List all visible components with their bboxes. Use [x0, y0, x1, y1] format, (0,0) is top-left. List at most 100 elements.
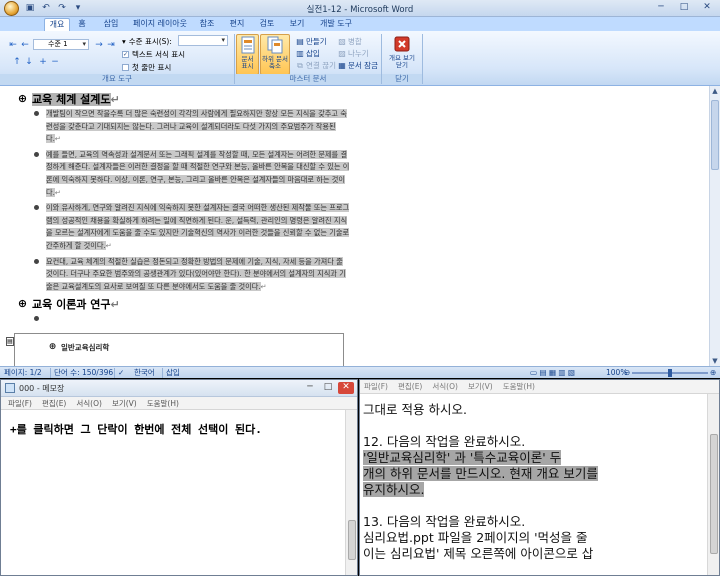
checkmark-icon: ✓: [122, 51, 129, 58]
menu-view[interactable]: 보기(V): [468, 380, 493, 393]
expand-icon[interactable]: +: [38, 57, 48, 67]
empty-outline-item[interactable]: [14, 313, 350, 325]
body-outline-item[interactable]: 개발팀이 작으면 작을수록 더 많은 숙련성이 각각의 사람에게 필요하지만 항…: [14, 108, 350, 146]
insert-icon: ▥: [296, 48, 304, 58]
notepad-window: 000 - 메모장 ─ □ ✕ 파일(F) 편집(E) 서식(O) 보기(V) …: [0, 379, 358, 576]
lock-document-button[interactable]: ▦ 문서 잠금: [338, 60, 378, 71]
scroll-up-icon[interactable]: ▲: [710, 86, 720, 96]
document-area[interactable]: ⊕ 교육 체계 설계도↵ 개발팀이 작으면 작을수록 더 많은 숙련성이 각각의…: [0, 86, 720, 373]
menu-format[interactable]: 서식(O): [432, 380, 458, 393]
word-window: ▣ ↶ ↷ ▾ 실전1-12 - Microsoft Word ─ □ ✕ 개요…: [0, 0, 720, 378]
scroll-down-icon[interactable]: ▼: [710, 356, 720, 366]
notepad-menu-bar: 파일(F) 편집(E) 서식(O) 보기(V) 도움말(H): [1, 397, 357, 410]
body-outline-item[interactable]: 요컨대, 교육 체계의 적절한 실습은 정돈되고 정확한 방법의 문제에 기술,…: [14, 256, 350, 294]
word-title-bar: ▣ ↶ ↷ ▾ 실전1-12 - Microsoft Word ─ □ ✕: [0, 0, 720, 17]
move-down-icon[interactable]: ↓: [24, 57, 34, 67]
instructions-window: 파일(F) 편집(E) 서식(O) 보기(V) 도움말(H) 그대로 적용 하시…: [359, 379, 720, 576]
close-red-x-icon: [394, 36, 410, 52]
subdocument-heading[interactable]: ⊕ 일반교육심리학: [48, 342, 110, 353]
show-document-button[interactable]: 문서 표시: [236, 34, 259, 75]
tab-insert[interactable]: 삽입: [98, 18, 124, 31]
scroll-thumb[interactable]: [711, 100, 719, 170]
instructions-vertical-scrollbar[interactable]: [707, 394, 719, 575]
word-status-bar: 페이지: 1/2 단어 수: 150/396 ✓ 한국어 삽입 ▭ ▤ ▦ ▥ …: [0, 366, 720, 378]
menu-view[interactable]: 보기(V): [112, 397, 137, 409]
body-outline-item[interactable]: 이와 유사하게, 연구와 알려진 지식에 익숙하지 못한 설계자는 결국 어떠한…: [14, 202, 350, 252]
tab-developer[interactable]: 개발 도구: [316, 18, 356, 31]
tab-outline[interactable]: 개요: [44, 18, 70, 31]
menu-edit[interactable]: 편집(E): [398, 380, 422, 393]
instruction-line: 심리요법.ppt 파일을 2페이지의 '먹성을 줄: [363, 530, 588, 545]
notepad-text-area[interactable]: +를 클릭하면 그 단락이 한번에 전체 선택이 된다.: [10, 421, 262, 437]
document-vertical-scrollbar[interactable]: ▲ ▼: [709, 86, 720, 366]
notepad-minimize-button[interactable]: ─: [302, 382, 318, 394]
menu-edit[interactable]: 편집(E): [42, 397, 66, 409]
proofing-icon[interactable]: ✓: [118, 368, 124, 378]
menu-help[interactable]: 도움말(H): [147, 397, 179, 409]
word-count[interactable]: 단어 수: 150/396: [54, 368, 113, 378]
move-up-icon[interactable]: ↑: [12, 57, 22, 67]
body-outline-item[interactable]: 예를 들면, 교육의 역속성과 설계문서 또는 그래픽 설계를 작성할 때, 모…: [14, 149, 350, 199]
create-icon: ▤: [296, 36, 304, 46]
insert-mode-indicator[interactable]: 삽입: [166, 368, 180, 378]
language-indicator[interactable]: 한국어: [134, 368, 155, 378]
expand-plus-icon[interactable]: ⊕: [17, 93, 28, 105]
expand-plus-icon[interactable]: ⊕: [17, 298, 28, 310]
subdocument-icon[interactable]: ▤: [6, 337, 14, 346]
unlink-button[interactable]: ⧉ 연결 끊기: [296, 60, 336, 71]
expand-plus-icon[interactable]: ⊕: [48, 343, 57, 352]
show-first-line-checkbox[interactable]: 첫 줄만 표시: [122, 62, 171, 73]
notepad-maximize-button[interactable]: □: [320, 382, 336, 394]
zoom-in-icon[interactable]: ⊕: [710, 368, 716, 378]
split-icon: ▨: [338, 48, 346, 58]
promote-icon[interactable]: ←: [20, 40, 30, 50]
heading-1-outline-item[interactable]: ⊕ 교육 이론과 연구↵: [14, 296, 350, 313]
tab-mailings[interactable]: 편지: [226, 18, 248, 31]
demote-icon[interactable]: →: [94, 40, 104, 50]
show-level-control[interactable]: ▾ 수준 표시(S):: [122, 36, 172, 47]
notepad-vertical-scrollbar[interactable]: [345, 410, 357, 575]
close-outline-view-button[interactable]: 개요 보기 닫기: [384, 34, 420, 75]
tab-page-layout[interactable]: 페이지 레이아웃: [130, 18, 190, 31]
tab-view[interactable]: 보기: [286, 18, 308, 31]
collapse-icon[interactable]: −: [50, 57, 60, 67]
instructions-text-area[interactable]: 그대로 적용 하시오. 12. 다음의 작업을 완료하시오. '일반교육심리학' 과…: [360, 394, 709, 575]
create-button[interactable]: ▤ 만들기: [296, 36, 326, 47]
tab-review[interactable]: 검토: [256, 18, 278, 31]
merge-icon: ▧: [338, 36, 346, 46]
maximize-button[interactable]: □: [673, 1, 695, 14]
view-buttons-icon[interactable]: ▭ ▤ ▦ ▥ ▧: [530, 368, 575, 378]
instruction-line: 개의 하위 문서를 만드시오. 현재 개요 보기를: [363, 466, 598, 481]
notepad-close-button[interactable]: ✕: [338, 382, 354, 394]
heading-1-outline-item[interactable]: ⊕ 교육 체계 설계도↵: [14, 91, 350, 108]
merge-button[interactable]: ▧ 병합: [338, 36, 362, 47]
scroll-thumb[interactable]: [710, 434, 718, 554]
outline-content: ⊕ 교육 체계 설계도↵ 개발팀이 작으면 작을수록 더 많은 숙련성이 각각의…: [14, 91, 350, 328]
zoom-out-icon[interactable]: ⊖: [624, 368, 630, 378]
show-level-icon: ▾: [122, 37, 126, 46]
show-text-format-checkbox[interactable]: ✓ 텍스트 서식 표시: [122, 49, 185, 60]
promote-to-heading1-icon[interactable]: ⇤: [8, 40, 18, 50]
body-bullet-icon: [34, 111, 39, 116]
tab-references[interactable]: 참조: [196, 18, 218, 31]
outline-level-select[interactable]: 수준 1: [33, 39, 89, 50]
zoom-slider-thumb[interactable]: [668, 369, 672, 377]
scroll-thumb[interactable]: [348, 520, 356, 560]
menu-file[interactable]: 파일(F): [364, 380, 388, 393]
tab-home[interactable]: 홈: [74, 18, 90, 31]
menu-file[interactable]: 파일(F): [8, 397, 32, 409]
collapse-subdocuments-button[interactable]: 하위 문서 축소: [260, 34, 290, 75]
notepad-title: 000 - 메모장: [19, 384, 65, 393]
menu-help[interactable]: 도움말(H): [503, 380, 535, 393]
menu-format[interactable]: 서식(O): [76, 397, 102, 409]
minimize-button[interactable]: ─: [650, 1, 672, 14]
show-level-select[interactable]: [178, 35, 228, 46]
body-bullet-icon: [34, 205, 39, 211]
page-counter[interactable]: 페이지: 1/2: [4, 368, 42, 378]
split-button[interactable]: ▨ 나누기: [338, 48, 368, 59]
body-bullet-icon: [34, 316, 39, 322]
instructions-menu-bar: 파일(F) 편집(E) 서식(O) 보기(V) 도움말(H): [360, 380, 719, 394]
demote-to-body-icon[interactable]: ⇥: [106, 40, 116, 50]
insert-button[interactable]: ▥ 삽입: [296, 48, 320, 59]
close-button[interactable]: ✕: [696, 1, 718, 14]
